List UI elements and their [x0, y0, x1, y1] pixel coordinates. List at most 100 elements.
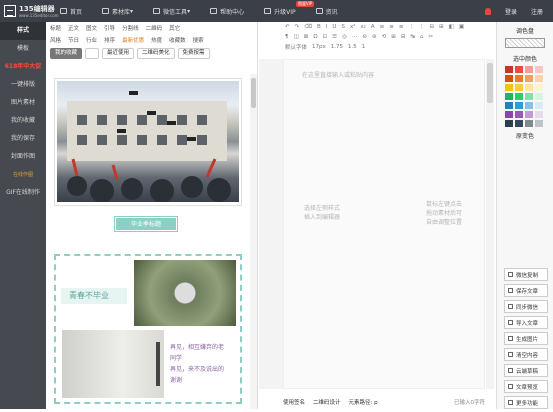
sidebar-item-templates[interactable]: 模板 — [0, 40, 46, 58]
color-swatch[interactable] — [505, 75, 513, 82]
color-swatch[interactable] — [505, 111, 513, 118]
color-swatch[interactable] — [515, 111, 523, 118]
tab-recent[interactable]: 最近使用 — [102, 48, 135, 59]
sort-latest[interactable]: 最新优惠 — [122, 36, 144, 44]
color-swatch[interactable] — [515, 102, 523, 109]
preview-button[interactable]: 文章预览 — [504, 380, 548, 393]
sidebar-item-gif[interactable]: GIF在线制作 — [0, 184, 46, 202]
color-swatch[interactable] — [535, 84, 543, 91]
save-article-button[interactable]: 保存文章 — [504, 284, 548, 297]
color-swatch[interactable] — [525, 120, 533, 127]
filter-style[interactable]: 风格 — [50, 36, 61, 44]
filter-industry[interactable]: 行业 — [86, 36, 97, 44]
sidebar-item-online-draw[interactable]: 在线作图 — [0, 166, 46, 184]
color-swatch[interactable] — [535, 66, 543, 73]
search-input[interactable] — [85, 48, 100, 59]
nav-upgrade-vip[interactable]: 升级VIP — [264, 7, 296, 16]
filter-festival[interactable]: 节日 — [68, 36, 79, 44]
clear-content-button[interactable]: 清空内容 — [504, 348, 548, 361]
sidebar-item-cover[interactable]: 封面作图 — [0, 148, 46, 166]
letter-spacing-select[interactable]: 1.5 — [348, 44, 357, 50]
sort-favorites[interactable]: 收藏数 — [169, 36, 186, 44]
nav-materials[interactable]: 素材库 ▾ — [102, 7, 133, 16]
color-swatch[interactable] — [535, 75, 543, 82]
nav-wechat-tools[interactable]: 微信工具 ▾ — [153, 7, 190, 16]
register-link[interactable]: 注册 — [531, 7, 543, 16]
sidebar-item-styles[interactable]: 样式 — [0, 22, 46, 40]
sort-hot[interactable]: 热度 — [151, 36, 162, 44]
current-color-swatch[interactable] — [505, 38, 545, 48]
writing-photo — [62, 330, 164, 398]
toolbar-row-1: ↶ ↷ ⌫ B I U Sx² x₂ A ≡ ≡ ≡ ⋮ ⋮ ⊟ ⊞ ◧ ▣ — [285, 24, 465, 30]
color-swatch[interactable] — [505, 102, 513, 109]
graduation-title-label[interactable]: 毕业季标题 — [115, 217, 177, 231]
filter-body[interactable]: 正文 — [68, 24, 79, 32]
sidebar-item-saved[interactable]: 我的保存 — [0, 130, 46, 148]
grid-icon — [102, 8, 110, 14]
filter-guide[interactable]: 引导 — [104, 24, 115, 32]
color-swatch[interactable] — [515, 93, 523, 100]
sidebar-item-images[interactable]: 图片素材 — [0, 94, 46, 112]
color-swatch[interactable] — [525, 93, 533, 100]
bell-icon[interactable] — [484, 7, 491, 15]
sidebar-item-favorites[interactable]: 我的收藏 — [0, 112, 46, 130]
sidebar-item-one-click[interactable]: 一键排版 — [0, 76, 46, 94]
login-link[interactable]: 登录 — [505, 7, 517, 16]
color-mode-toggle[interactable]: 原变色 — [497, 131, 553, 140]
color-swatch[interactable] — [515, 66, 523, 73]
editor-gutter — [259, 59, 283, 389]
more-functions-button[interactable]: 更多功能 — [504, 396, 548, 409]
nav-news[interactable]: 资讯 — [315, 7, 338, 16]
cloud-draft-button[interactable]: 云端草稿 — [504, 364, 548, 377]
vip-badge: 限量VIP — [296, 1, 315, 7]
material-scrollbar[interactable] — [250, 74, 257, 409]
color-swatch[interactable] — [525, 111, 533, 118]
editor-scrollbar[interactable] — [486, 59, 494, 389]
color-swatch[interactable] — [505, 66, 513, 73]
sidebar-item-promo[interactable]: 618年中大促 — [0, 58, 46, 76]
wechat-copy-button[interactable]: 微信复制 — [504, 268, 548, 281]
line-height-select[interactable]: 1.75 — [331, 44, 343, 50]
search-button[interactable]: 搜索 — [193, 36, 204, 44]
qrcode-design[interactable]: 二维码设计 — [313, 398, 341, 406]
editor-canvas[interactable]: 在这里直接输入或粘贴内容 选择左侧样式 插入到编辑器 鼠标左键点击 拖动素材后可… — [283, 59, 485, 389]
nav-home[interactable]: 首页 — [60, 7, 82, 16]
filter-other[interactable]: 其它 — [169, 24, 180, 32]
font-select[interactable]: 默认字体 — [285, 43, 307, 51]
color-swatch[interactable] — [505, 120, 513, 127]
color-swatch[interactable] — [515, 120, 523, 127]
tab-free[interactable]: 免费按需 — [177, 48, 210, 59]
generate-image-button[interactable]: 生成图片 — [504, 332, 548, 345]
editor-area: ↶ ↷ ⌫ B I U Sx² x₂ A ≡ ≡ ≡ ⋮ ⋮ ⊟ ⊞ ◧ ▣ ¶ ◫ ⊠ Ω ⊡ ☰ ◎ ⋯ ⊘ ⊛ ⟲ ⊞ ⊟ ↹ ⌂ ✂ 默… — [259, 22, 496, 409]
element-path: 元素路径: p — [348, 400, 378, 406]
color-swatch[interactable] — [505, 84, 513, 91]
color-swatch[interactable] — [535, 93, 543, 100]
use-signature[interactable]: 使用签名 — [283, 398, 305, 406]
color-swatch[interactable] — [525, 84, 533, 91]
sort-label: 排序 — [104, 38, 116, 44]
color-swatch[interactable] — [525, 75, 533, 82]
tab-qrcode-beautify[interactable]: 二维码美化 — [137, 48, 175, 59]
filter-title[interactable]: 标题 — [50, 24, 61, 32]
color-swatch[interactable] — [525, 66, 533, 73]
tab-my-favorites[interactable]: 我的收藏 — [50, 48, 83, 59]
nav-help[interactable]: 帮助中心 — [210, 7, 244, 16]
import-article-button[interactable]: 导入文章 — [504, 316, 548, 329]
graduation-template-card[interactable] — [54, 78, 242, 206]
filter-image-text[interactable]: 图文 — [86, 24, 97, 32]
color-swatch[interactable] — [535, 111, 543, 118]
sync-wechat-button[interactable]: 同步微信 — [504, 300, 548, 313]
color-swatch[interactable] — [535, 102, 543, 109]
filter-qrcode[interactable]: 二维码 — [146, 24, 163, 32]
color-swatch[interactable] — [515, 75, 523, 82]
color-swatch[interactable] — [505, 93, 513, 100]
editor-hint-top: 在这里直接输入或粘贴内容 — [302, 72, 375, 79]
filter-divider[interactable]: 分割线 — [122, 24, 139, 32]
logo[interactable]: 135编辑器 www.135editor.com — [0, 0, 60, 22]
color-swatch[interactable] — [515, 84, 523, 91]
color-swatch[interactable] — [525, 102, 533, 109]
color-swatch[interactable] — [535, 120, 543, 127]
font-size-select[interactable]: 17px — [312, 44, 326, 50]
youth-template-card[interactable]: 青春不毕业 再见，相互嫌弃的老 同学 再见，来不及说出的 谢谢 — [54, 254, 242, 404]
indent-select[interactable]: 1 — [362, 44, 366, 50]
